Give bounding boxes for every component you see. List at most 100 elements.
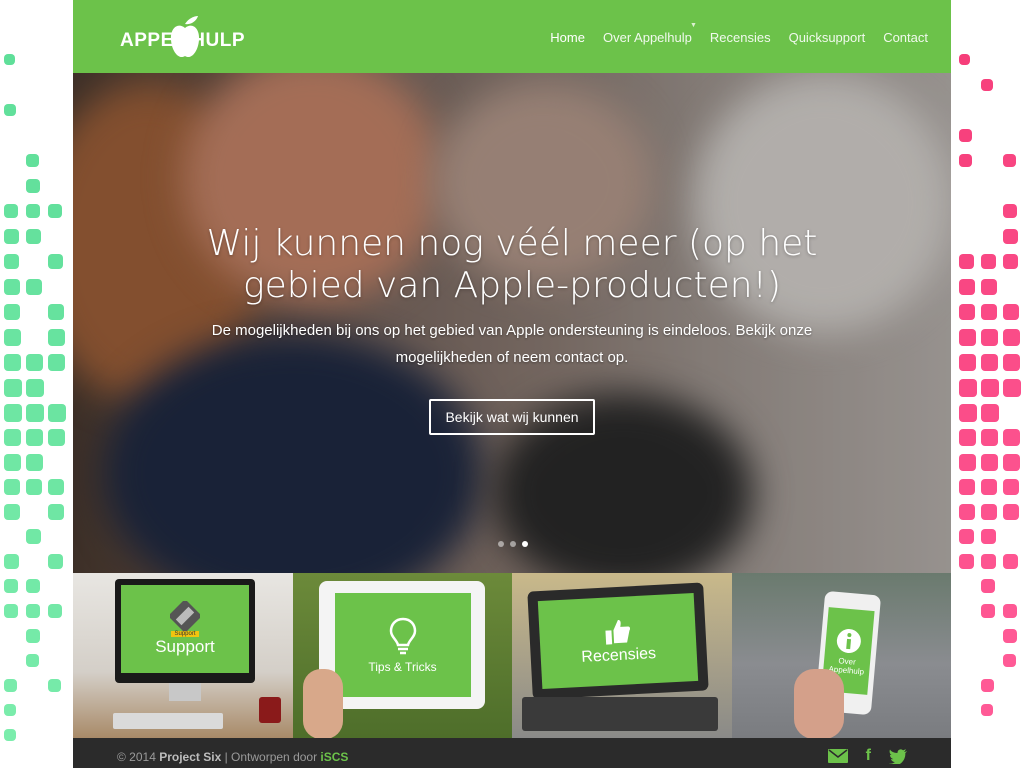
decoration-square	[26, 579, 40, 593]
site-footer: © 2014 Project Six | Ontworpen door iSCS…	[73, 738, 951, 768]
tile-recensies-label: Recensies	[581, 645, 657, 667]
decoration-square	[981, 79, 993, 91]
decoration-square	[4, 229, 19, 244]
decoration-square	[959, 504, 975, 520]
decoration-square	[959, 254, 974, 269]
tile-recensies-screen: Recensies	[538, 593, 698, 689]
decoration-square	[4, 704, 16, 716]
decoration-square	[4, 429, 21, 446]
decoration-square	[1003, 254, 1018, 269]
decoration-square	[48, 329, 65, 346]
nav-over-appelhulp[interactable]: Over Appelhulp ▼	[594, 28, 701, 47]
decoration-square	[981, 579, 995, 593]
nav-contact[interactable]: Contact	[874, 28, 937, 47]
decoration-square	[26, 354, 43, 371]
thumbs-up-icon	[602, 616, 634, 648]
decoration-square	[981, 454, 998, 471]
decoration-square	[1003, 479, 1019, 495]
hero-slider: Wij kunnen nog véél meer (op het gebied …	[73, 73, 951, 573]
twitter-icon[interactable]	[889, 747, 907, 765]
decoration-square	[1003, 429, 1020, 446]
decoration-square	[26, 279, 42, 295]
decoration-square	[959, 404, 977, 422]
decoration-square	[4, 279, 20, 295]
decoration-square	[959, 129, 972, 142]
decoration-square	[4, 579, 18, 593]
decoration-square	[4, 454, 21, 471]
nav-recensies[interactable]: Recensies	[701, 28, 780, 47]
facebook-icon[interactable]: f	[866, 747, 871, 765]
decoration-square	[48, 504, 64, 520]
keyboard-graphic	[113, 713, 223, 729]
decoration-square	[26, 229, 41, 244]
nav-over-appelhulp-label: Over Appelhulp	[603, 30, 692, 45]
email-icon[interactable]	[828, 747, 848, 765]
decoration-square	[4, 54, 15, 65]
macbook-keyboard	[522, 697, 718, 731]
footer-project[interactable]: Project Six	[159, 750, 221, 764]
decoration-square	[981, 479, 997, 495]
decoration-square	[981, 254, 996, 269]
decoration-square	[4, 504, 20, 520]
decoration-square	[959, 329, 976, 346]
decoration-square	[959, 479, 975, 495]
decoration-square	[26, 529, 41, 544]
decoration-square	[26, 204, 40, 218]
decoration-square	[26, 429, 43, 446]
nav-quicksupport[interactable]: Quicksupport	[780, 28, 875, 47]
decoration-square	[981, 304, 997, 320]
right-decoration	[951, 0, 1024, 768]
left-decoration	[0, 0, 73, 768]
decoration-square	[4, 354, 21, 371]
decoration-square	[48, 204, 62, 218]
tile-support[interactable]: Support Support	[73, 573, 293, 738]
decoration-square	[1003, 654, 1016, 667]
decoration-square	[959, 354, 976, 371]
decoration-square	[1003, 329, 1020, 346]
decoration-square	[1003, 629, 1017, 643]
decoration-square	[48, 254, 63, 269]
decoration-square	[48, 429, 65, 446]
tile-tips-tricks[interactable]: Tips & Tricks	[293, 573, 513, 738]
site-header: APPEL HULP Home Over Appelhulp ▼ Recensi…	[73, 0, 951, 73]
decoration-square	[981, 429, 998, 446]
decoration-square	[959, 429, 976, 446]
footer-credits: © 2014 Project Six | Ontworpen door iSCS	[117, 750, 348, 764]
lightbulb-icon	[388, 616, 418, 656]
tile-tips-screen: Tips & Tricks	[335, 593, 471, 697]
hero-cta-button[interactable]: Bekijk wat wij kunnen	[429, 399, 594, 435]
decoration-square	[48, 304, 64, 320]
site-logo[interactable]: APPEL HULP	[120, 14, 250, 62]
main-nav: Home Over Appelhulp ▼ Recensies Quicksup…	[541, 28, 937, 47]
decoration-square	[26, 454, 43, 471]
decoration-square	[48, 479, 64, 495]
decoration-square	[959, 454, 976, 471]
imac-stand	[169, 683, 201, 701]
decoration-square	[4, 304, 20, 320]
footer-separator: | Ontworpen door	[221, 750, 320, 764]
tools-icon	[170, 601, 200, 631]
nav-home[interactable]: Home	[541, 28, 594, 47]
slider-dot-2[interactable]	[510, 541, 516, 547]
decoration-square	[4, 104, 16, 116]
decoration-square	[4, 479, 20, 495]
decoration-square	[4, 404, 22, 422]
social-links: f	[828, 747, 907, 765]
decoration-square	[26, 379, 44, 397]
slider-dot-3[interactable]	[522, 541, 528, 547]
footer-designer[interactable]: iSCS	[320, 750, 348, 764]
decoration-square	[981, 554, 996, 569]
decoration-square	[959, 279, 975, 295]
decoration-square	[959, 554, 974, 569]
hero-title: Wij kunnen nog véél meer (op het gebied …	[192, 223, 832, 307]
decoration-square	[48, 604, 62, 618]
decoration-square	[1003, 154, 1016, 167]
decoration-square	[981, 604, 995, 618]
decoration-square	[1003, 379, 1021, 397]
tile-recensies[interactable]: Recensies	[512, 573, 732, 738]
tile-over-appelhulp[interactable]: Over Appelhulp	[732, 573, 952, 738]
decoration-square	[981, 279, 997, 295]
decoration-square	[981, 504, 997, 520]
slider-dots	[498, 541, 528, 547]
slider-dot-1[interactable]	[498, 541, 504, 547]
